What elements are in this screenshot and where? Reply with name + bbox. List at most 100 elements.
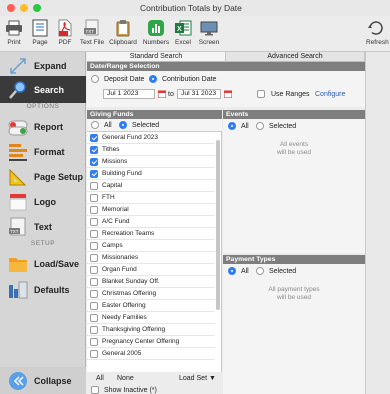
- funds-all-radio[interactable]: [91, 121, 99, 129]
- from-date-field[interactable]: Jul 1 2023: [103, 89, 155, 99]
- excel-button[interactable]: X Excel: [172, 18, 194, 50]
- sidebar-item-report[interactable]: Report: [0, 113, 86, 140]
- load-set-button[interactable]: Load Set ▼: [179, 375, 216, 382]
- fund-row[interactable]: Needy Families: [87, 312, 215, 324]
- fund-row[interactable]: Easter Offering: [87, 300, 215, 312]
- events-all-radio[interactable]: [228, 122, 236, 130]
- contribution-date-radio[interactable]: [149, 75, 157, 83]
- fund-row[interactable]: General Fund 2023: [87, 132, 215, 144]
- fund-checkbox[interactable]: [90, 277, 98, 286]
- fund-checkbox[interactable]: [90, 241, 98, 250]
- deposit-date-option[interactable]: Deposit Date: [91, 75, 144, 83]
- events-all-option[interactable]: All: [228, 122, 249, 130]
- fund-row[interactable]: FTH: [87, 192, 215, 204]
- sidebar-item-logo[interactable]: Logo: [0, 188, 86, 215]
- svg-text:X: X: [177, 26, 182, 33]
- payment-selected-radio[interactable]: [256, 267, 264, 275]
- fund-row[interactable]: Organ Fund: [87, 264, 215, 276]
- zoom-window-button[interactable]: [33, 4, 41, 12]
- funds-none-button[interactable]: None: [117, 375, 134, 382]
- folder-icon: [9, 257, 27, 272]
- fund-row[interactable]: Missions: [87, 156, 215, 168]
- fund-checkbox[interactable]: [90, 193, 98, 202]
- fund-name: Building Fund: [102, 170, 142, 177]
- fund-checkbox[interactable]: [90, 289, 98, 298]
- close-window-button[interactable]: [7, 4, 15, 12]
- funds-all-button[interactable]: All: [96, 375, 104, 382]
- page-setup-icon: [30, 18, 50, 38]
- fund-row[interactable]: Camps: [87, 240, 215, 252]
- refresh-button[interactable]: Refresh: [366, 18, 390, 50]
- fund-row[interactable]: A/C Fund: [87, 216, 215, 228]
- numbers-button[interactable]: Numbers: [142, 18, 170, 50]
- use-ranges-option[interactable]: Use Ranges: [257, 90, 309, 98]
- fund-row[interactable]: Memorial: [87, 204, 215, 216]
- fund-row[interactable]: Blanket Sunday Off.: [87, 276, 215, 288]
- sidebar-item-page-setup[interactable]: Page Setup: [0, 163, 86, 190]
- events-selected-option[interactable]: Selected: [256, 122, 296, 130]
- fund-row[interactable]: General 2005: [87, 348, 215, 360]
- sidebar-item-search[interactable]: Search: [0, 76, 86, 103]
- fund-row[interactable]: Pregnancy Center Offering: [87, 336, 215, 348]
- fund-row[interactable]: Tithes: [87, 144, 215, 156]
- tab-standard-search[interactable]: Standard Search: [87, 52, 226, 61]
- tab-advanced-search[interactable]: Advanced Search: [226, 52, 365, 61]
- payment-all-radio[interactable]: [228, 267, 236, 275]
- fund-checkbox[interactable]: [90, 229, 98, 238]
- minimize-window-button[interactable]: [20, 4, 28, 12]
- fund-checkbox[interactable]: [90, 217, 98, 226]
- sidebar-item-format[interactable]: Format: [0, 138, 86, 165]
- fund-name: Recreation Teams: [102, 230, 155, 237]
- sidebar-item-text[interactable]: TXT Text: [0, 213, 86, 240]
- expand-icon: [10, 57, 26, 74]
- fund-checkbox[interactable]: [90, 205, 98, 214]
- configure-link[interactable]: Configure: [315, 91, 345, 98]
- fund-checkbox[interactable]: [90, 157, 98, 166]
- print-button[interactable]: Print: [3, 18, 25, 50]
- fund-checkbox[interactable]: [90, 133, 98, 142]
- text-file-button[interactable]: TXT Text File: [78, 18, 106, 50]
- funds-selected-option[interactable]: Selected: [119, 121, 159, 129]
- fund-row[interactable]: Thanksgiving Offering: [87, 324, 215, 336]
- fund-checkbox[interactable]: [90, 325, 98, 334]
- sidebar-item-expand[interactable]: Expand: [0, 52, 86, 79]
- fund-checkbox[interactable]: [90, 337, 98, 346]
- fund-checkbox[interactable]: [90, 145, 98, 154]
- fund-checkbox[interactable]: [90, 265, 98, 274]
- giving-funds-list[interactable]: General Fund 2023 Tithes Missions Building …: [87, 132, 222, 372]
- use-ranges-checkbox[interactable]: [257, 90, 265, 98]
- fund-checkbox[interactable]: [90, 169, 98, 178]
- funds-scrollbar[interactable]: [216, 140, 220, 310]
- fund-checkbox[interactable]: [90, 313, 98, 322]
- sidebar-item-load-save[interactable]: Load/Save: [0, 250, 86, 277]
- funds-all-option[interactable]: All: [91, 121, 112, 129]
- fund-row[interactable]: Christmas Offering: [87, 288, 215, 300]
- fund-row[interactable]: Building Fund: [87, 168, 215, 180]
- funds-selected-radio[interactable]: [119, 121, 127, 129]
- deposit-date-radio[interactable]: [91, 75, 99, 83]
- page-button[interactable]: Page: [29, 18, 51, 50]
- payment-selected-option[interactable]: Selected: [256, 267, 296, 275]
- fund-row[interactable]: Capital: [87, 180, 215, 192]
- clipboard-button[interactable]: Clipboard: [108, 18, 138, 50]
- sidebar-item-defaults[interactable]: Defaults: [0, 276, 86, 303]
- fund-row[interactable]: Recreation Teams: [87, 228, 215, 240]
- payment-all-option[interactable]: All: [228, 267, 249, 275]
- fund-checkbox[interactable]: [90, 349, 98, 358]
- to-calendar-icon[interactable]: [224, 90, 232, 98]
- fund-row[interactable]: Missionaries: [87, 252, 215, 264]
- pdf-button[interactable]: PDF: [54, 18, 76, 50]
- contribution-date-option[interactable]: Contribution Date: [149, 75, 216, 83]
- printer-icon: [4, 18, 24, 38]
- fund-checkbox[interactable]: [90, 181, 98, 190]
- fund-checkbox[interactable]: [90, 301, 98, 310]
- from-calendar-icon[interactable]: [158, 90, 166, 98]
- show-inactive-option[interactable]: Show Inactive (*): [91, 386, 157, 394]
- to-date-field[interactable]: Jul 31 2023: [177, 89, 221, 99]
- sidebar-item-collapse[interactable]: Collapse: [0, 367, 86, 394]
- collapse-icon: [9, 371, 27, 390]
- fund-checkbox[interactable]: [90, 253, 98, 262]
- show-inactive-checkbox[interactable]: [91, 386, 99, 394]
- events-selected-radio[interactable]: [256, 122, 264, 130]
- screen-button[interactable]: Screen: [196, 18, 222, 50]
